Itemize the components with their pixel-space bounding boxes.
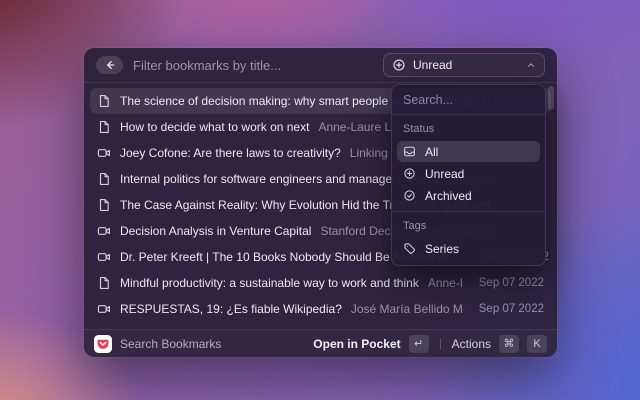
bookmark-title: How to decide what to work on next	[120, 120, 309, 134]
video-icon	[97, 224, 111, 238]
dropdown-sections: Status All Unread Archived Tags Series	[392, 115, 545, 259]
bookmark-author: José María Bellido Morillas	[351, 302, 462, 316]
dropdown-item-label: Series	[425, 242, 459, 256]
bookmark-title: RESPUESTAS, 19: ¿Es fiable Wikipedia?	[120, 302, 342, 316]
video-icon	[97, 250, 111, 264]
document-icon	[97, 276, 111, 290]
command-palette-window: Unread The science of decision making: w…	[84, 48, 557, 357]
bookmark-title: Decision Analysis in Venture Capital	[120, 224, 311, 238]
scrollbar-thumb[interactable]	[548, 86, 554, 110]
footer-divider	[440, 338, 441, 350]
circle-plus-icon	[403, 167, 416, 180]
actions-menu-button[interactable]: Actions	[452, 337, 491, 351]
search-header: Unread	[84, 48, 557, 83]
status-bar: Search Bookmarks Open in Pocket ↵ Action…	[84, 329, 557, 357]
dropdown-item-unread[interactable]: Unread	[397, 163, 540, 184]
bookmark-title: Joey Cofone: Are there laws to creativit…	[120, 146, 341, 160]
list-item[interactable]: RESPUESTAS, 19: ¿Es fiable Wikipedia? Jos…	[90, 296, 551, 322]
dropdown-item-label: All	[425, 145, 438, 159]
status-filter-dropdown-panel: Status All Unread Archived Tags Series	[391, 84, 546, 266]
pocket-icon	[94, 335, 112, 353]
dropdown-section-title: Tags	[392, 212, 545, 237]
bookmark-date: Sep 07 2022	[471, 303, 544, 315]
arrow-left-icon	[104, 59, 116, 71]
list-item[interactable]: Mindful productivity: a sustainable way …	[90, 270, 551, 296]
k-key[interactable]: K	[527, 335, 547, 353]
dropdown-section-title: Status	[392, 115, 545, 140]
open-in-pocket-action[interactable]: Open in Pocket	[313, 337, 400, 351]
dropdown-section: Tags Series	[392, 211, 545, 259]
document-icon	[97, 198, 111, 212]
dropdown-item-all[interactable]: All	[397, 141, 540, 162]
inbox-icon	[403, 145, 416, 158]
dropdown-item-label: Archived	[425, 189, 472, 203]
document-icon	[97, 120, 111, 134]
status-filter-value: Unread	[413, 58, 452, 72]
dropdown-item-archived[interactable]: Archived	[397, 185, 540, 206]
extension-name: Search Bookmarks	[120, 337, 221, 351]
bookmark-title: Mindful productivity: a sustainable way …	[120, 276, 419, 290]
tag-icon	[403, 242, 416, 255]
dropdown-section: Status All Unread Archived	[392, 115, 545, 206]
back-button[interactable]	[96, 56, 123, 74]
chevron-up-icon	[526, 60, 536, 70]
cmd-key[interactable]: ⌘	[499, 335, 519, 353]
dropdown-item-series[interactable]: Series	[397, 238, 540, 259]
filter-bookmarks-input[interactable]	[133, 58, 373, 73]
document-icon	[97, 172, 111, 186]
enter-key[interactable]: ↵	[409, 335, 429, 353]
dropdown-search-input[interactable]	[392, 85, 545, 115]
dropdown-item-label: Unread	[425, 167, 464, 181]
status-filter-dropdown-button[interactable]: Unread	[383, 53, 545, 77]
video-icon	[97, 302, 111, 316]
circle-check-icon	[403, 189, 416, 202]
bookmark-date: Sep 07 2022	[471, 277, 544, 289]
bookmark-author: Anne-Laure Le Cunff	[428, 276, 462, 290]
circle-plus-icon	[392, 58, 406, 72]
document-icon	[97, 94, 111, 108]
video-icon	[97, 146, 111, 160]
